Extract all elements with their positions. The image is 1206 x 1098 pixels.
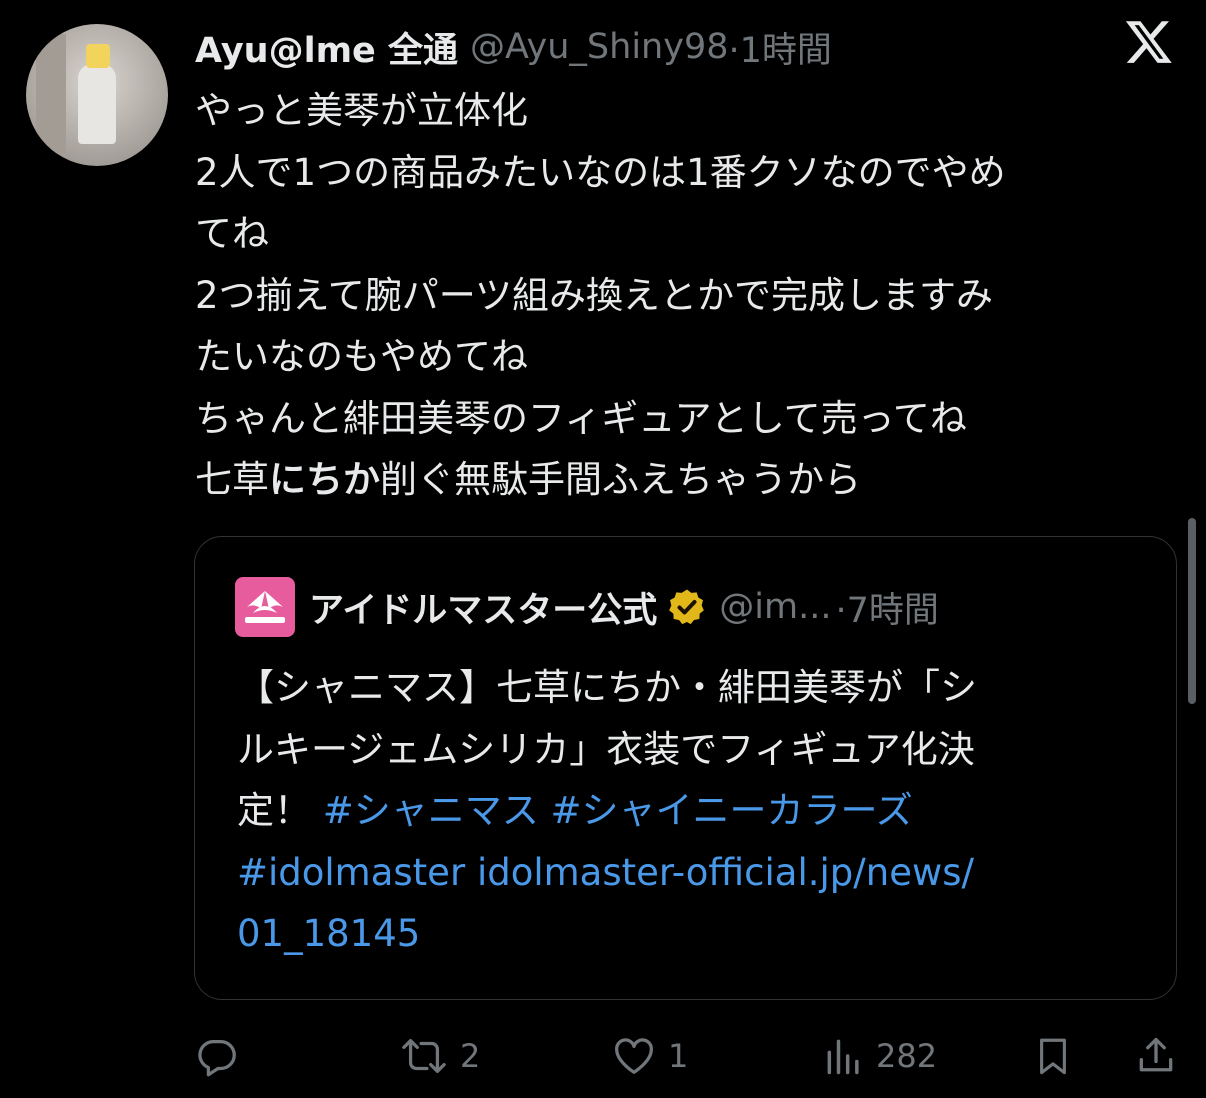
avatar-background <box>36 34 66 154</box>
url-link[interactable]: 01_18145 <box>237 912 420 955</box>
bookmark-button[interactable] <box>1032 1026 1074 1086</box>
tweet-line: 七草にちか削ぐ無駄手間ふえちゃうから <box>195 449 1180 511</box>
tweet-header: Ayu@lme 全通 @Ayu_Shiny98 ·1時間 <box>195 20 832 74</box>
author-handle[interactable]: @Ayu_Shiny98 <box>470 27 729 67</box>
tweet-text: やっと美琴が立体化 2人で1つの商品みたいなのは1番クソなのでやめ てね 2つ揃… <box>195 80 1180 511</box>
author-avatar[interactable] <box>26 24 168 166</box>
tweet-line: やっと美琴が立体化 <box>195 89 528 132</box>
quoted-line: 01_18145 <box>237 903 1147 965</box>
reply-button[interactable] <box>194 1026 240 1086</box>
views-count: 282 <box>876 1037 938 1075</box>
quoted-line: #idolmaster idolmaster-official.jp/news/ <box>237 842 1147 904</box>
author-name[interactable]: Ayu@lme 全通 <box>195 22 458 73</box>
quoted-line: ルキージェムシリカ」衣装でフィギュア化決 <box>237 727 975 771</box>
avatar-face-cover <box>86 44 110 68</box>
tweet-line: 2つ揃えて腕パーツ組み換えとかで完成しますみ <box>195 273 993 317</box>
like-count: 1 <box>668 1037 689 1075</box>
retweet-icon <box>402 1039 446 1073</box>
quoted-tweet-header: アイドルマスター公式 @im... ·7時間 <box>235 577 939 637</box>
like-button[interactable]: 1 <box>610 1026 688 1086</box>
quoted-author-name[interactable]: アイドルマスター公式 <box>309 582 657 633</box>
tweet-actions: 2 1 282 <box>194 1026 1184 1086</box>
url-link[interactable]: idolmaster-official.jp/news/ <box>477 851 974 894</box>
tweet-line: てね <box>195 212 269 255</box>
tweet-text-segment: 七草 <box>195 458 269 501</box>
avatar-figure <box>78 64 116 144</box>
bold-name: にちか <box>269 458 380 501</box>
views-button[interactable]: 282 <box>822 1026 937 1086</box>
tweet-line: 2人で1つの商品みたいなのは1番クソなのでやめ <box>195 150 1006 194</box>
scrollbar-thumb[interactable] <box>1188 518 1196 704</box>
quoted-tweet-text: 【シャニマス】七草にちか・緋田美琴が「シ ルキージェムシリカ」衣装でフィギュア化… <box>237 657 1147 965</box>
quoted-tweet-card[interactable]: アイドルマスター公式 @im... ·7時間 【シャニマス】七草にちか・緋田美琴… <box>194 536 1177 1000</box>
tweet-text-segment: 削ぐ無駄手間ふえちゃうから <box>380 458 861 501</box>
tweet-line: ちゃんと緋田美琴のフィギュアとして売ってね <box>195 396 967 440</box>
hashtag-link[interactable]: #シャニマス <box>323 789 539 832</box>
heart-icon <box>615 1038 653 1074</box>
tweet-time[interactable]: ·1時間 <box>729 22 832 73</box>
bookmark-icon <box>1040 1038 1066 1075</box>
quoted-line: 【シャニマス】七草にちか・緋田美琴が「シ <box>237 666 977 709</box>
tweet-line: たいなのもやめてね <box>195 335 528 378</box>
quoted-line: 定！ #シャニマス #シャイニーカラーズ <box>237 780 1147 842</box>
quoted-text-segment: 定！ <box>237 789 311 832</box>
hashtag-link[interactable]: #シャイニーカラーズ <box>551 789 913 832</box>
idolmaster-logo-icon <box>235 577 295 637</box>
retweet-button[interactable]: 2 <box>398 1026 480 1086</box>
quoted-author-handle[interactable]: @im... <box>719 587 831 627</box>
analytics-icon <box>827 1039 859 1075</box>
quoted-tweet-time[interactable]: ·7時間 <box>835 582 938 633</box>
x-logo-icon[interactable] <box>1124 16 1174 66</box>
verified-badge-icon <box>669 589 705 625</box>
hashtag-link[interactable]: #idolmaster <box>237 851 465 894</box>
share-button[interactable] <box>1134 1026 1178 1086</box>
retweet-count: 2 <box>460 1037 481 1075</box>
share-icon <box>1139 1037 1173 1072</box>
reply-icon <box>198 1039 236 1077</box>
